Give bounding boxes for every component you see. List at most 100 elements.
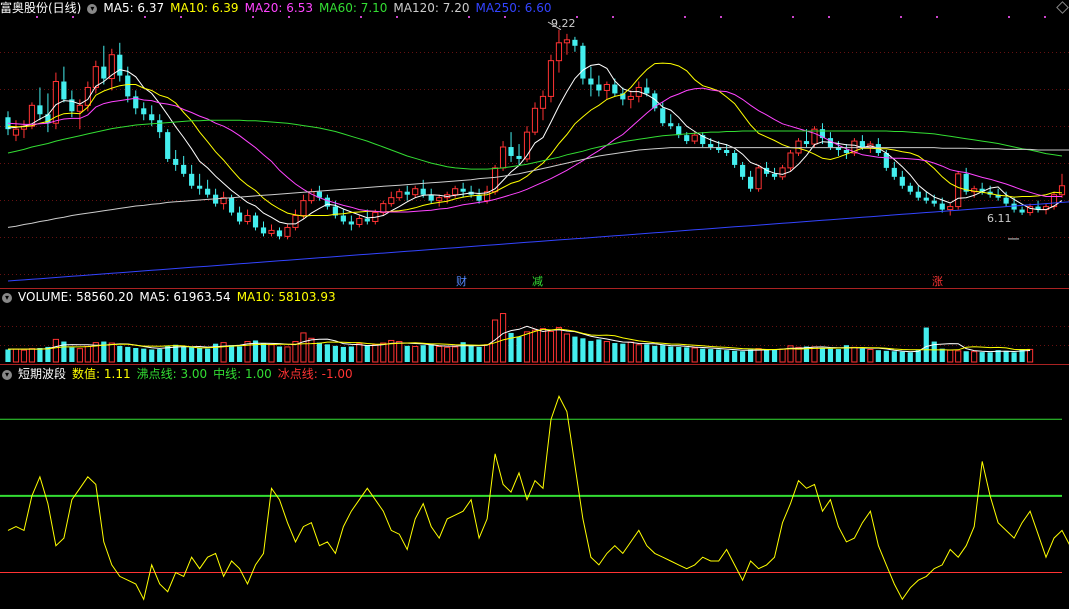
signal-dot bbox=[684, 16, 686, 18]
volume-bar-down bbox=[668, 346, 674, 362]
chevron-down-icon[interactable]: ▾ bbox=[2, 369, 12, 380]
volume-bar-up bbox=[811, 346, 818, 363]
volume-bar-up bbox=[867, 349, 874, 363]
candle-body-down bbox=[907, 185, 913, 192]
volume-bar-down bbox=[883, 350, 889, 362]
volume-panel-header: ▾ VOLUME: 58560.20 MA5: 61963.54 MA10: 5810… bbox=[0, 289, 348, 305]
candle-body-down bbox=[236, 212, 243, 222]
candle-body-up bbox=[555, 42, 563, 62]
candle-body-up bbox=[380, 203, 387, 214]
volume-bar-down bbox=[588, 340, 594, 362]
volume-bar-down bbox=[732, 350, 738, 362]
signal-dot bbox=[72, 16, 74, 18]
candle-body-down bbox=[157, 120, 163, 133]
candle-body-up bbox=[547, 60, 555, 97]
candle-body-down bbox=[252, 215, 259, 228]
volume-bar-down bbox=[915, 350, 921, 362]
event-mark-reduce[interactable]: 减 bbox=[532, 273, 543, 289]
event-mark-finance[interactable]: 财 bbox=[456, 273, 467, 289]
candle-body-down bbox=[923, 197, 929, 201]
volume-bar-down bbox=[37, 348, 43, 362]
volume-bar-down bbox=[364, 345, 370, 362]
candle-body-down bbox=[724, 150, 730, 153]
candle-body-down bbox=[931, 200, 937, 204]
volume-bar-down bbox=[69, 347, 75, 362]
volume-bar-up bbox=[539, 328, 547, 363]
candle-body-up bbox=[284, 226, 291, 237]
volume-bar-down bbox=[676, 346, 682, 362]
volume-bar-down bbox=[189, 347, 195, 362]
candle-body-down bbox=[684, 135, 690, 142]
candle-body-down bbox=[580, 45, 586, 79]
candle-body-down bbox=[125, 75, 131, 97]
candle-body-down bbox=[101, 66, 107, 79]
volume-bar-up bbox=[971, 351, 978, 363]
candle-body-down bbox=[197, 185, 203, 189]
volume-bar-down bbox=[819, 348, 826, 362]
oscillator-legend-item-1: 沸点线: 3.00 bbox=[136, 367, 208, 381]
volume-bar-down bbox=[117, 345, 123, 362]
signal-dot bbox=[36, 16, 38, 18]
signal-dot bbox=[576, 16, 578, 18]
volume-bar-up bbox=[356, 343, 363, 363]
candle-body-up bbox=[691, 134, 698, 142]
candle-body-down bbox=[732, 152, 738, 165]
volume-bar-down bbox=[963, 351, 969, 362]
volume-bar-down bbox=[468, 345, 474, 362]
volume-bar-up bbox=[603, 341, 610, 363]
volume-bar-up bbox=[52, 338, 59, 363]
candle-body-down bbox=[460, 188, 466, 192]
volume-bar-up bbox=[531, 329, 539, 363]
ma-legend-item-3: MA60: 7.10 bbox=[319, 1, 388, 15]
volume-bar-down bbox=[596, 339, 602, 362]
volume-bar-down bbox=[716, 349, 722, 362]
volume-bar-up bbox=[755, 348, 762, 363]
chevron-down-icon[interactable]: ▾ bbox=[87, 3, 98, 14]
candle-body-down bbox=[420, 188, 426, 195]
chevron-down-icon[interactable]: ▾ bbox=[2, 292, 12, 303]
volume-bar-down bbox=[979, 352, 985, 362]
signal-dot bbox=[1008, 16, 1010, 18]
volume-bar-down bbox=[141, 348, 147, 362]
candle-body-down bbox=[189, 173, 195, 186]
volume-bar-down bbox=[660, 345, 666, 362]
volume-legend-item-1: MA5: 61963.54 bbox=[139, 290, 231, 304]
volume-bar-up bbox=[76, 348, 83, 363]
volume-bar-down bbox=[747, 349, 754, 362]
signal-dot bbox=[504, 16, 506, 18]
volume-bar-down bbox=[708, 349, 714, 362]
volume-bar-down bbox=[316, 342, 323, 362]
candle-body-up bbox=[412, 188, 419, 196]
ma-line-ma250 bbox=[7, 201, 1069, 282]
volume-legend-item-2: MA10: 58103.93 bbox=[236, 290, 336, 304]
candle-body-down bbox=[508, 147, 514, 156]
volume-bar-up bbox=[108, 342, 115, 363]
volume-bar-down bbox=[923, 327, 929, 362]
volume-bar-up bbox=[380, 342, 387, 363]
candle-body-up bbox=[76, 104, 83, 112]
stock-title: 富奥股份(日线) bbox=[0, 1, 82, 15]
volume-legend-item-0: VOLUME: 58560.20 bbox=[18, 290, 134, 304]
signal-dot bbox=[828, 16, 830, 18]
volume-bar-up bbox=[372, 344, 379, 363]
volume-bar-down bbox=[133, 348, 139, 362]
candle-body-down bbox=[428, 194, 434, 201]
candle-body-down bbox=[228, 197, 235, 213]
signal-dot bbox=[1044, 16, 1046, 18]
candle-body-down bbox=[899, 176, 905, 186]
volume-bar-down bbox=[652, 345, 658, 362]
candle-body-up bbox=[436, 197, 443, 202]
volume-bar-up bbox=[28, 348, 36, 363]
signal-dot bbox=[180, 16, 182, 18]
candle-body-down bbox=[668, 123, 674, 127]
volume-bar-up bbox=[779, 348, 786, 363]
event-mark-limit-up[interactable]: 涨 bbox=[932, 273, 943, 289]
ma-legend-item-5: MA250: 6.60 bbox=[475, 1, 552, 15]
ma-legend-item-0: MA5: 6.37 bbox=[103, 1, 165, 15]
ma-legend-item-4: MA120: 7.20 bbox=[393, 1, 470, 15]
candle-body-down bbox=[588, 78, 594, 85]
candle-body-up bbox=[627, 95, 634, 100]
volume-bar-down bbox=[620, 343, 626, 362]
candle-body-down bbox=[348, 221, 354, 225]
volume-bar-up bbox=[268, 344, 275, 363]
